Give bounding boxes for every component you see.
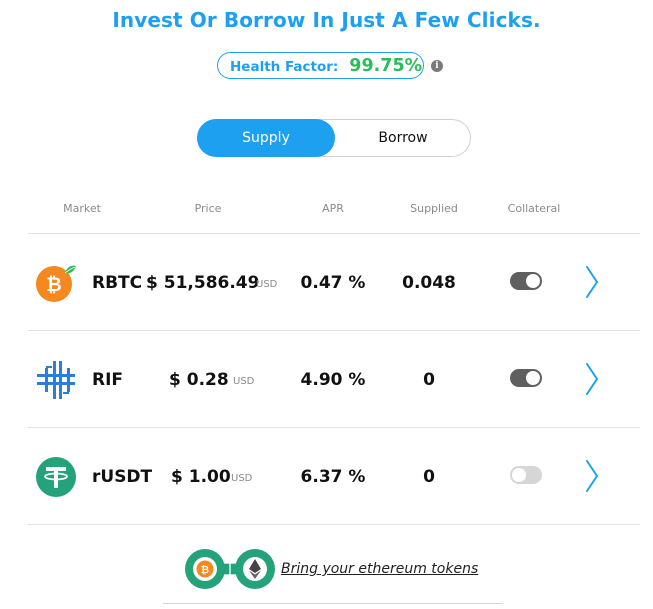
table-row[interactable]: RIF $ 0.28 USD 4.90 % 0 [28, 331, 640, 427]
table-row[interactable]: ₿ RBTC $ 51,586.49 USD 0.47 % 0.048 [28, 234, 640, 330]
bottom-divider [163, 603, 503, 604]
health-factor-value: 99.75% [349, 55, 423, 76]
market-name: RBTC [92, 273, 143, 293]
collateral-toggle[interactable] [510, 272, 542, 290]
price-currency: USD [231, 473, 253, 484]
column-header-apr: APR [322, 202, 344, 215]
column-header-market: Market [63, 202, 101, 215]
market-apr: 4.90 % [300, 370, 366, 390]
chevron-right-icon[interactable] [584, 265, 600, 299]
column-header-collateral: Collateral [507, 202, 561, 215]
table-row[interactable]: rUSDT $ 1.00 USD 6.37 % 0 [28, 428, 640, 524]
info-icon[interactable]: i [431, 60, 443, 72]
market-supplied: 0 [423, 370, 435, 390]
rbtc-icon: ₿ [36, 265, 76, 302]
rusdt-icon [36, 457, 76, 497]
bridge-banner: ₿ Bring your ethereum tokens [183, 547, 478, 591]
svg-text:₿: ₿ [201, 564, 209, 576]
table-divider [28, 524, 640, 525]
collateral-toggle[interactable] [510, 369, 542, 387]
chevron-right-icon[interactable] [584, 459, 600, 493]
svg-text:₿: ₿ [46, 275, 61, 296]
market-name: RIF [92, 370, 124, 390]
health-factor-badge: Health Factor: 99.75% [217, 52, 424, 79]
toggle-knob [526, 274, 540, 288]
price-currency: USD [233, 376, 255, 387]
column-header-price: Price [194, 202, 222, 215]
health-factor-label: Health Factor: [230, 59, 339, 75]
rif-icon [37, 361, 75, 399]
collateral-toggle[interactable] [510, 466, 542, 484]
bridge-link[interactable]: Bring your ethereum tokens [281, 561, 478, 577]
market-price: $ 1.00 [171, 467, 231, 487]
market-name: rUSDT [92, 467, 153, 487]
tab-supply[interactable]: Supply [197, 119, 335, 157]
market-supplied: 0 [423, 467, 435, 487]
page-title: Invest Or Borrow In Just A Few Clicks. [112, 8, 541, 32]
toggle-knob [526, 371, 540, 385]
market-apr: 0.47 % [300, 273, 366, 293]
market-price: $ 51,586.49 [146, 273, 260, 293]
market-apr: 6.37 % [300, 467, 366, 487]
column-header-supplied: Supplied [410, 202, 458, 215]
market-supplied: 0.048 [402, 273, 456, 293]
toggle-knob [512, 468, 526, 482]
bridge-logo-icon: ₿ [185, 549, 275, 589]
chevron-right-icon[interactable] [584, 362, 600, 396]
supply-borrow-toggle: Supply Borrow [197, 119, 471, 157]
tab-borrow[interactable]: Borrow [335, 119, 471, 157]
market-price: $ 0.28 [169, 370, 229, 390]
